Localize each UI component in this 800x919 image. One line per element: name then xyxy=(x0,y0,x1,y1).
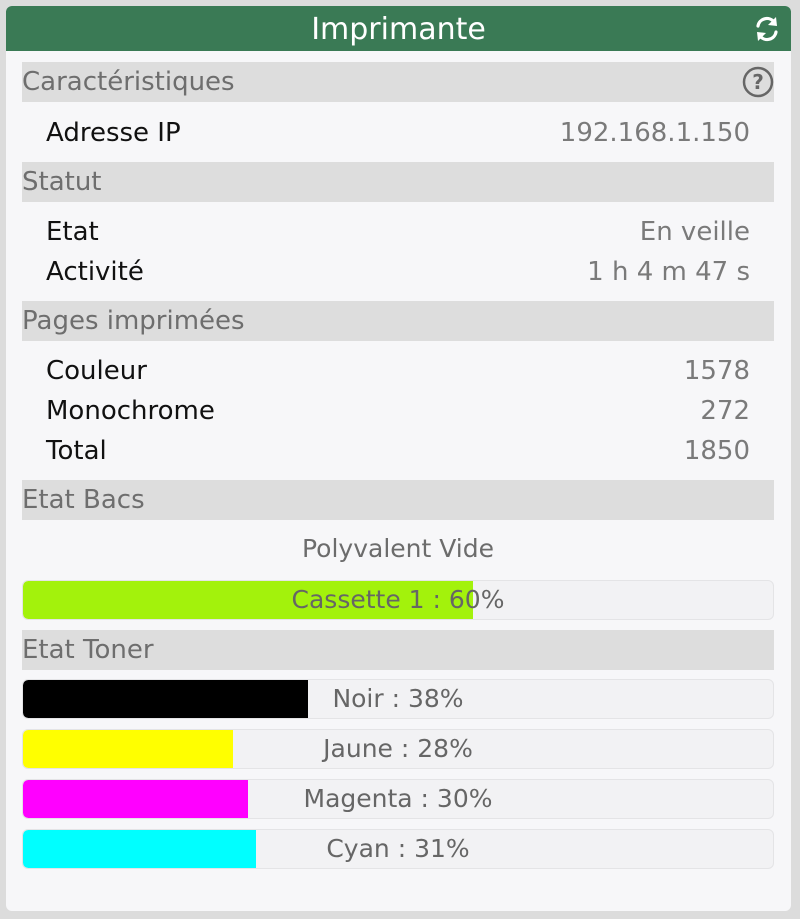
toner-bar-black-label: Noir : 38% xyxy=(332,684,464,713)
state-value: En veille xyxy=(639,217,750,247)
ip-address-row: Adresse IP 192.168.1.150 xyxy=(46,116,750,150)
section-characteristics-title: Caractéristiques xyxy=(22,67,235,97)
activity-label: Activité xyxy=(46,257,144,287)
section-toner: Etat Toner xyxy=(22,630,774,670)
toner-bar-magenta: Magenta : 30% xyxy=(22,779,774,819)
widget-title: Imprimante xyxy=(311,12,486,47)
multipurpose-tray-status: Polyvalent Vide xyxy=(301,534,494,563)
ip-address-label: Adresse IP xyxy=(46,118,181,148)
mono-pages-value: 272 xyxy=(700,396,750,426)
mono-pages-label: Monochrome xyxy=(46,396,215,426)
widget-header: Imprimante xyxy=(6,6,791,51)
toner-bar-cyan: Cyan : 31% xyxy=(22,829,774,869)
printer-widget: Imprimante Caractéristiques ? Adresse IP… xyxy=(6,6,791,911)
color-pages-label: Couleur xyxy=(46,356,147,386)
svg-text:?: ? xyxy=(752,70,764,94)
state-label: Etat xyxy=(46,217,99,247)
section-pages: Pages imprimées xyxy=(22,301,774,341)
help-icon[interactable]: ? xyxy=(742,66,774,98)
toner-bar-yellow: Jaune : 28% xyxy=(22,729,774,769)
activity-row: Activité 1 h 4 m 47 s xyxy=(46,255,750,289)
section-trays-title: Etat Bacs xyxy=(22,485,145,515)
cassette-1-bar-label: Cassette 1 : 60% xyxy=(291,585,505,614)
toner-bar-yellow-label: Jaune : 28% xyxy=(323,734,473,763)
section-characteristics: Caractéristiques ? xyxy=(22,62,774,102)
section-toner-title: Etat Toner xyxy=(22,635,154,665)
state-row: Etat En veille xyxy=(46,215,750,249)
total-pages-value: 1850 xyxy=(683,436,750,466)
toner-bar-cyan-label: Cyan : 31% xyxy=(326,834,470,863)
color-pages-value: 1578 xyxy=(683,356,750,386)
mono-pages-row: Monochrome 272 xyxy=(46,394,750,428)
toner-bar-black: Noir : 38% xyxy=(22,679,774,719)
section-status-title: Statut xyxy=(22,167,102,197)
section-trays: Etat Bacs xyxy=(22,480,774,520)
color-pages-row: Couleur 1578 xyxy=(46,354,750,388)
total-pages-label: Total xyxy=(46,436,107,466)
cassette-1-bar: Cassette 1 : 60% xyxy=(22,580,774,620)
refresh-icon[interactable] xyxy=(753,15,781,43)
section-pages-title: Pages imprimées xyxy=(22,306,245,336)
total-pages-row: Total 1850 xyxy=(46,434,750,468)
toner-bar-magenta-label: Magenta : 30% xyxy=(303,784,493,813)
ip-address-value: 192.168.1.150 xyxy=(559,118,750,148)
activity-value: 1 h 4 m 47 s xyxy=(587,257,750,287)
section-status: Statut xyxy=(22,162,774,202)
